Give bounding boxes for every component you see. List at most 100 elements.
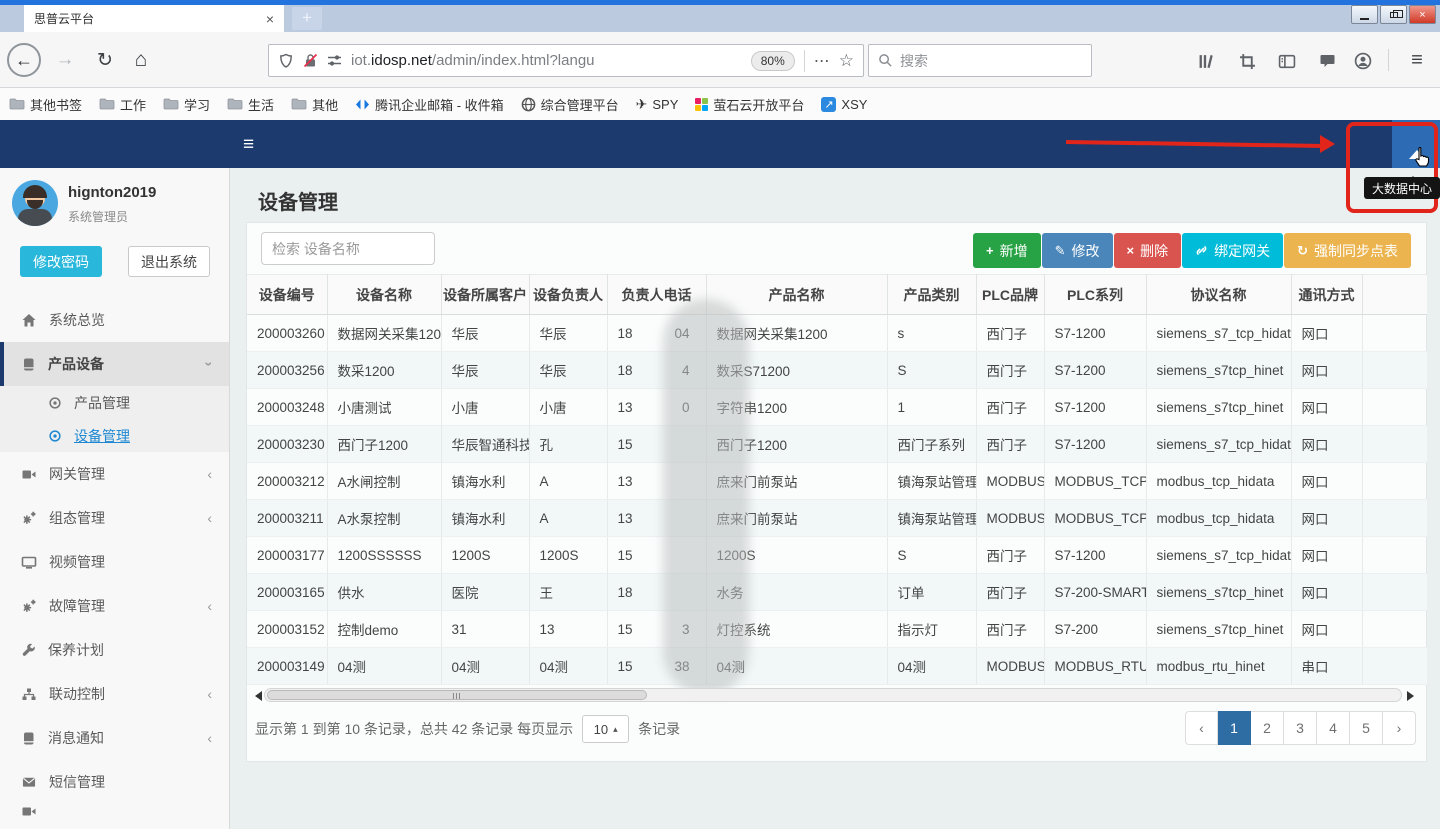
account-icon[interactable] xyxy=(1352,50,1374,72)
bookmark-item[interactable]: 综合管理平台 xyxy=(521,95,619,114)
scroll-right-icon[interactable] xyxy=(1407,691,1419,701)
sidebar-item-product-management[interactable]: 产品管理 xyxy=(0,386,230,419)
sidebar-item-sms-management[interactable]: 短信管理 xyxy=(0,760,230,804)
pagination-page-4[interactable]: 4 xyxy=(1317,711,1350,745)
table-row[interactable]: 200003230西门子1200华辰智通科技孔15西门子1200西门子系列西门子… xyxy=(247,426,1427,463)
screenshot-icon[interactable] xyxy=(1236,50,1258,72)
divider xyxy=(1388,49,1389,71)
browser-search-box[interactable] xyxy=(868,44,1092,77)
bookmark-folder[interactable]: 学习 xyxy=(163,95,210,114)
table-row[interactable]: 200003248小唐测试小唐小唐130字符串12001西门子S7-1200si… xyxy=(247,389,1427,426)
app-sidebar: hignton2019 系统管理员 修改密码 退出系统 系统总览 产品设备 › … xyxy=(0,168,230,829)
bookmark-item[interactable]: ↗XSY xyxy=(821,97,867,112)
table-cell-filler xyxy=(1362,389,1427,426)
edit-button[interactable]: ✎修改 xyxy=(1042,233,1113,268)
browser-menu-icon[interactable]: ≡ xyxy=(1402,45,1432,75)
change-password-button[interactable]: 修改密码 xyxy=(20,246,102,277)
scrollbar-thumb[interactable] xyxy=(267,690,647,700)
table-row[interactable]: 20000314904测04测04测153804测04测MODBUSMODBUS… xyxy=(247,648,1427,685)
column-header-2[interactable]: 设备名称 xyxy=(327,275,441,315)
sidebar-item-maintenance-plan[interactable]: 保养计划 xyxy=(0,628,230,672)
table-row[interactable]: 200003165供水医院王18水务订单西门子S7-200-SMARTsieme… xyxy=(247,574,1427,611)
table-row[interactable]: 200003256数采1200华辰华辰184数采S71200S西门子S7-120… xyxy=(247,352,1427,389)
search-input[interactable] xyxy=(900,53,1082,69)
pagination-page-5[interactable]: 5 xyxy=(1350,711,1383,745)
bookmark-folder[interactable]: 其他书签 xyxy=(9,95,82,114)
table-cell: siemens_s7tcp_hinet xyxy=(1146,574,1291,611)
bookmark-star-icon[interactable]: ☆ xyxy=(839,51,854,71)
tab-close-icon[interactable]: × xyxy=(266,11,274,27)
table-row[interactable]: 200003152控制demo3113153灯控系统指示灯西门子S7-200si… xyxy=(247,611,1427,648)
bookmark-folder[interactable]: 工作 xyxy=(99,95,146,114)
bind-gateway-button[interactable]: 绑定网关 xyxy=(1182,233,1283,268)
column-header-4[interactable]: 设备负责人 xyxy=(529,275,607,315)
table-row[interactable]: 2000031771200SSSSSS1200S1200S151200SS西门子… xyxy=(247,537,1427,574)
sidebar-item-configuration-management[interactable]: 组态管理 ‹ xyxy=(0,496,230,540)
message-bubble-icon[interactable] xyxy=(1316,50,1338,72)
table-cell: 200003230 xyxy=(247,426,327,463)
table-row[interactable]: 200003211A水泵控制镇海水利A13庶来门前泵站镇海泵站管理MODBUSM… xyxy=(247,500,1427,537)
force-sync-button[interactable]: ↻强制同步点表 xyxy=(1284,233,1411,268)
column-header-10[interactable]: 协议名称 xyxy=(1146,275,1291,315)
column-header-9[interactable]: PLC系列 xyxy=(1044,275,1146,315)
column-header-7[interactable]: 产品类别 xyxy=(887,275,976,315)
minimize-button[interactable] xyxy=(1351,5,1378,24)
sidebar-item-product-device[interactable]: 产品设备 › xyxy=(0,342,230,386)
column-header-3[interactable]: 设备所属客户 xyxy=(441,275,529,315)
pagination-next[interactable]: › xyxy=(1383,711,1416,745)
table-cell: 西门子 xyxy=(976,537,1044,574)
table-cell: S7-1200 xyxy=(1044,315,1146,352)
page-actions-icon[interactable]: ⋯ xyxy=(814,51,830,71)
url-bar[interactable]: iot.idosp.net/admin/index.html?langu 80%… xyxy=(268,44,864,77)
column-header-8[interactable]: PLC品牌 xyxy=(976,275,1044,315)
reload-button[interactable]: ↻ xyxy=(90,43,120,77)
sidebar-item-system-overview[interactable]: 系统总览 xyxy=(0,298,230,342)
logout-button[interactable]: 退出系统 xyxy=(128,246,210,277)
sync-icon: ↻ xyxy=(1297,243,1308,259)
bookmark-folder[interactable]: 其他 xyxy=(291,95,338,114)
bookmark-folder[interactable]: 生活 xyxy=(227,95,274,114)
sidebar-collapse-icon[interactable]: ≡ xyxy=(243,134,254,156)
restore-button[interactable] xyxy=(1380,5,1407,24)
back-button[interactable]: ← xyxy=(7,43,41,77)
delete-button[interactable]: ×删除 xyxy=(1114,233,1182,268)
table-cell: 200003256 xyxy=(247,352,327,389)
book-icon xyxy=(21,731,36,746)
bookmark-item[interactable]: ✈SPY xyxy=(636,96,679,113)
device-search-input[interactable] xyxy=(261,232,435,265)
pagination-prev[interactable]: ‹ xyxy=(1185,711,1218,745)
scroll-left-icon[interactable] xyxy=(250,691,262,701)
page-size-dropdown[interactable]: 10 ▴ xyxy=(582,715,629,743)
sidebar-item-video-management[interactable]: 视频管理 xyxy=(0,540,230,584)
horizontal-scrollbar[interactable] xyxy=(264,688,1402,702)
sidebar-item-device-management[interactable]: 设备管理 xyxy=(0,419,230,452)
column-header-1[interactable]: 设备编号 xyxy=(247,275,327,315)
bookmark-item[interactable]: 腾讯企业邮箱 - 收件箱 xyxy=(355,95,504,114)
permissions-icon[interactable] xyxy=(327,53,342,68)
table-row[interactable]: 200003212A水闸控制镇海水利A13庶来门前泵站镇海泵站管理MODBUSM… xyxy=(247,463,1427,500)
pagination-page-2[interactable]: 2 xyxy=(1251,711,1284,745)
sidebar-item-fault-management[interactable]: 故障管理 ‹ xyxy=(0,584,230,628)
forward-button[interactable]: → xyxy=(50,43,80,77)
close-button[interactable]: × xyxy=(1409,5,1436,24)
shield-icon[interactable] xyxy=(278,53,294,69)
add-button[interactable]: +新增 xyxy=(973,233,1041,268)
insecure-lock-icon[interactable] xyxy=(303,53,318,68)
browser-toolbar: ← → ↻ ⌂ iot.idosp.net/admin/index.html?l… xyxy=(0,32,1440,88)
home-button[interactable]: ⌂ xyxy=(126,43,156,77)
pagination-page-3[interactable]: 3 xyxy=(1284,711,1317,745)
library-icon[interactable] xyxy=(1196,50,1218,72)
browser-tab[interactable]: 思普云平台 × xyxy=(24,5,284,32)
new-tab-button[interactable]: + xyxy=(292,7,322,30)
sidebar-item-message-notification[interactable]: 消息通知 ‹ xyxy=(0,716,230,760)
sidebar-item-partial[interactable] xyxy=(0,804,230,819)
sidebar-item-linkage-control[interactable]: 联动控制 ‹ xyxy=(0,672,230,716)
pagination-page-1[interactable]: 1 xyxy=(1218,711,1251,745)
bookmark-item[interactable]: 萤石云开放平台 xyxy=(695,95,804,114)
column-header-11[interactable]: 通讯方式 xyxy=(1291,275,1362,315)
zoom-level-badge[interactable]: 80% xyxy=(751,51,795,71)
sidebar-toggle-icon[interactable] xyxy=(1276,50,1298,72)
sidebar-item-gateway-management[interactable]: 网关管理 ‹ xyxy=(0,452,230,496)
table-cell: siemens_s7_tcp_hidata xyxy=(1146,315,1291,352)
table-row[interactable]: 200003260数据网关采集1200华辰华辰1804数据网关采集1200s西门… xyxy=(247,315,1427,352)
